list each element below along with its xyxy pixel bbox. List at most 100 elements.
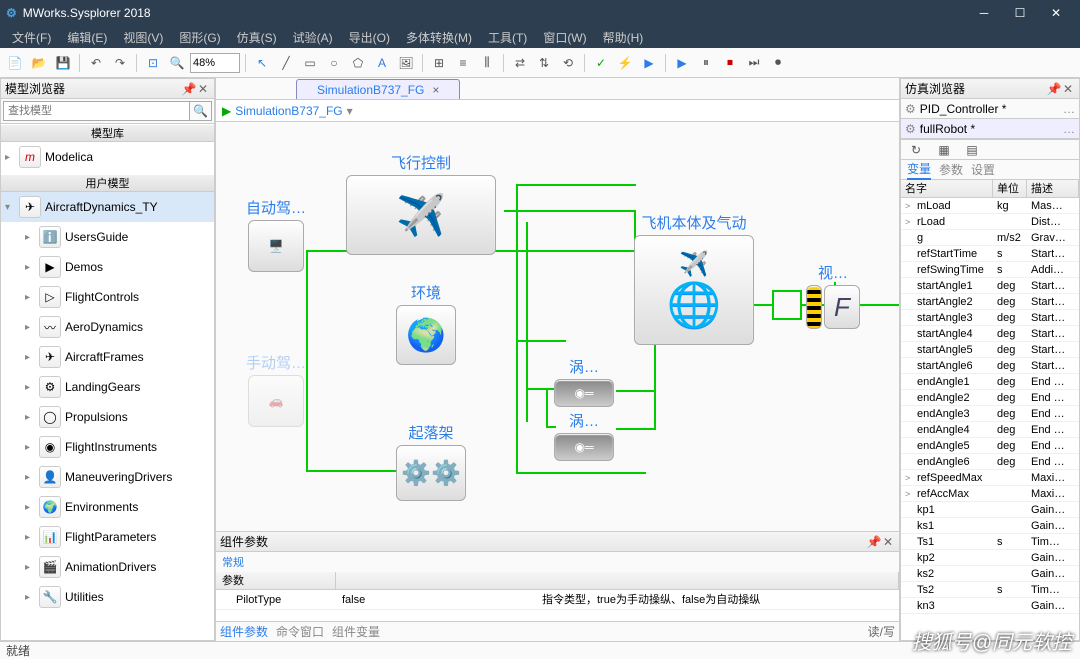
block-autopilot[interactable]: 自动驾… 🖥️ bbox=[246, 197, 306, 272]
menu-item[interactable]: 试验(A) bbox=[285, 27, 341, 48]
subtab-params[interactable]: 参数 bbox=[939, 161, 963, 178]
tree-item[interactable]: ▾✈AircraftDynamics_TY bbox=[1, 192, 214, 222]
zoom-fit-button[interactable]: ⊡ bbox=[142, 52, 164, 74]
var-row[interactable]: >refAccMaxMaxi… bbox=[901, 486, 1079, 502]
block-environment[interactable]: 环境 🌍 bbox=[396, 282, 456, 365]
var-row[interactable]: ks2Gain… bbox=[901, 566, 1079, 582]
bottom-tab-vars[interactable]: 组件变量 bbox=[332, 623, 380, 640]
menu-item[interactable]: 图形(G) bbox=[171, 27, 228, 48]
expand-icon[interactable]: ▤ bbox=[961, 139, 983, 161]
tab-close-icon[interactable]: × bbox=[432, 83, 439, 97]
var-row[interactable]: >rLoadDist… bbox=[901, 214, 1079, 230]
var-row[interactable]: startAngle4degStart… bbox=[901, 326, 1079, 342]
pause-button[interactable]: ⏸ bbox=[695, 52, 717, 74]
play-button[interactable]: ▶ bbox=[671, 52, 693, 74]
bottom-tab-cmd[interactable]: 命令窗口 bbox=[276, 623, 324, 640]
zoom-input[interactable] bbox=[190, 53, 240, 73]
rotate-button[interactable]: ⟲ bbox=[557, 52, 579, 74]
polygon-tool[interactable]: ⬠ bbox=[347, 52, 369, 74]
panel-close-icon[interactable]: ✕ bbox=[196, 82, 210, 96]
sim-session-pid[interactable]: ⚙PID_Controller *… bbox=[901, 99, 1079, 119]
refresh-icon[interactable]: ↻ bbox=[905, 139, 927, 161]
flip-h-button[interactable]: ⇄ bbox=[509, 52, 531, 74]
tree-item[interactable]: ▸🎬AnimationDrivers bbox=[1, 552, 214, 582]
var-row[interactable]: startAngle6degStart… bbox=[901, 358, 1079, 374]
menu-item[interactable]: 编辑(E) bbox=[59, 27, 115, 48]
tree-item-modelica[interactable]: ▸ m Modelica bbox=[1, 142, 214, 172]
block-aircraft-body[interactable]: 飞机本体及气动 ✈️🌐 bbox=[634, 212, 754, 345]
simulate-button[interactable]: ▶ bbox=[638, 52, 660, 74]
bottom-tab-params[interactable]: 组件参数 bbox=[220, 623, 268, 640]
image-tool[interactable]: 🖼 bbox=[395, 52, 417, 74]
record-button[interactable]: ⏺ bbox=[767, 52, 789, 74]
undo-button[interactable]: ↶ bbox=[85, 52, 107, 74]
step-button[interactable]: ⏭ bbox=[743, 52, 765, 74]
block-manual[interactable]: 手动驾… 🚗 bbox=[246, 352, 306, 427]
text-tool[interactable]: A bbox=[371, 52, 393, 74]
translate-button[interactable]: ⚡ bbox=[614, 52, 636, 74]
tree-item[interactable]: ▸◯Propulsions bbox=[1, 402, 214, 432]
panel-pin-icon[interactable]: 📌 bbox=[182, 82, 196, 96]
new-button[interactable]: 📄 bbox=[4, 52, 26, 74]
line-tool[interactable]: ╱ bbox=[275, 52, 297, 74]
zoom-in-button[interactable]: 🔍 bbox=[166, 52, 188, 74]
redo-button[interactable]: ↷ bbox=[109, 52, 131, 74]
menu-item[interactable]: 导出(O) bbox=[341, 27, 398, 48]
menu-item[interactable]: 仿真(S) bbox=[229, 27, 285, 48]
arrow-tool[interactable]: ↖ bbox=[251, 52, 273, 74]
tree-item[interactable]: ▸〰AeroDynamics bbox=[1, 312, 214, 342]
var-row[interactable]: refSwingTimesAddi… bbox=[901, 262, 1079, 278]
tree-item[interactable]: ▸🌍Environments bbox=[1, 492, 214, 522]
tree-item[interactable]: ▸⚙LandingGears bbox=[1, 372, 214, 402]
var-row[interactable]: startAngle3degStart… bbox=[901, 310, 1079, 326]
menu-item[interactable]: 视图(V) bbox=[115, 27, 171, 48]
breadcrumb[interactable]: ▶ SimulationB737_FG ▾ bbox=[216, 100, 899, 122]
align-button[interactable]: ≡ bbox=[452, 52, 474, 74]
panel-close-icon[interactable]: ✕ bbox=[1061, 82, 1075, 96]
search-input[interactable] bbox=[3, 101, 190, 121]
var-row[interactable]: kn3Gain… bbox=[901, 598, 1079, 614]
var-row[interactable]: Ts2sTim… bbox=[901, 582, 1079, 598]
var-row[interactable]: Ts1sTim… bbox=[901, 534, 1079, 550]
rect-tool[interactable]: ▭ bbox=[299, 52, 321, 74]
var-row[interactable]: endAngle3degEnd … bbox=[901, 406, 1079, 422]
var-row[interactable]: startAngle1degStart… bbox=[901, 278, 1079, 294]
maximize-button[interactable]: ☐ bbox=[1002, 0, 1038, 26]
minimize-button[interactable]: ─ bbox=[966, 0, 1002, 26]
tree-item[interactable]: ▸👤ManeuveringDrivers bbox=[1, 462, 214, 492]
menu-item[interactable]: 文件(F) bbox=[4, 27, 59, 48]
tree-item[interactable]: ▸📊FlightParameters bbox=[1, 522, 214, 552]
menu-item[interactable]: 帮助(H) bbox=[595, 27, 652, 48]
sim-session-robot[interactable]: ⚙fullRobot *… bbox=[901, 119, 1079, 139]
close-button[interactable]: ✕ bbox=[1038, 0, 1074, 26]
subtab-settings[interactable]: 设置 bbox=[971, 161, 995, 178]
tree-item[interactable]: ▸▷FlightControls bbox=[1, 282, 214, 312]
var-row[interactable]: gm/s2Grav… bbox=[901, 230, 1079, 246]
var-row[interactable]: ks1Gain… bbox=[901, 518, 1079, 534]
var-row[interactable]: endAngle5degEnd … bbox=[901, 438, 1079, 454]
block-turbine1[interactable]: 涡… ◉═ bbox=[554, 356, 614, 407]
var-row[interactable]: kp2Gain… bbox=[901, 550, 1079, 566]
ellipse-tool[interactable]: ○ bbox=[323, 52, 345, 74]
var-row[interactable]: startAngle2degStart… bbox=[901, 294, 1079, 310]
var-row[interactable]: endAngle2degEnd … bbox=[901, 390, 1079, 406]
diagram-canvas[interactable]: 自动驾… 🖥️ 手动驾… 🚗 飞行控制 ✈️ 环境 🌍 起落架 ⚙️⚙️ 涡… bbox=[216, 122, 899, 531]
check-button[interactable]: ✓ bbox=[590, 52, 612, 74]
var-row[interactable]: kp1Gain… bbox=[901, 502, 1079, 518]
params-tab-regular[interactable]: 常规 bbox=[216, 552, 899, 572]
open-button[interactable]: 📂 bbox=[28, 52, 50, 74]
block-turbine2[interactable]: 涡… ◉═ bbox=[554, 410, 614, 461]
panel-pin-icon[interactable]: 📌 bbox=[1047, 82, 1061, 96]
tab-simulation[interactable]: SimulationB737_FG × bbox=[296, 79, 460, 99]
block-visualization[interactable]: 视… F bbox=[806, 262, 860, 329]
panel-close-icon[interactable]: ✕ bbox=[881, 535, 895, 549]
save-button[interactable]: 💾 bbox=[52, 52, 74, 74]
subtab-variables[interactable]: 变量 bbox=[907, 160, 931, 180]
var-row[interactable]: >mLoadkgMas… bbox=[901, 198, 1079, 214]
block-landinggear[interactable]: 起落架 ⚙️⚙️ bbox=[396, 422, 466, 501]
search-button[interactable]: 🔍 bbox=[190, 101, 212, 121]
stop-button[interactable]: ⏹ bbox=[719, 52, 741, 74]
var-row[interactable]: >refSpeedMaxMaxi… bbox=[901, 470, 1079, 486]
tree-item[interactable]: ▸ℹ️UsersGuide bbox=[1, 222, 214, 252]
flip-v-button[interactable]: ⇅ bbox=[533, 52, 555, 74]
